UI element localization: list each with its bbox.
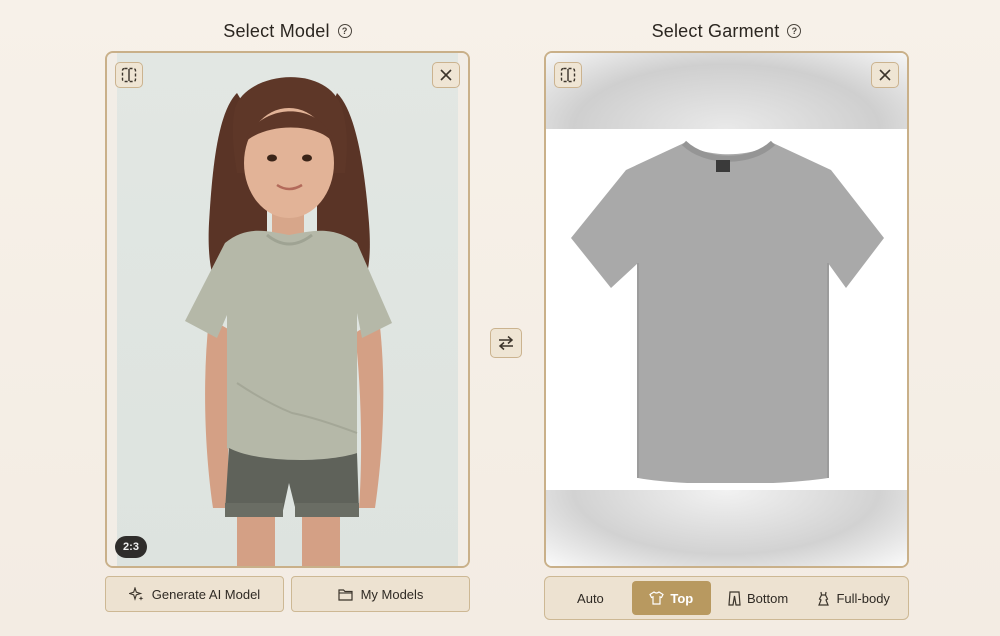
photo-shade-top — [546, 53, 907, 129]
my-models-button[interactable]: My Models — [291, 576, 470, 612]
garment-image-panel[interactable] — [544, 51, 909, 568]
select-garment-header: Select Garment ? — [544, 18, 909, 44]
close-icon — [440, 69, 452, 81]
photo-margin — [458, 53, 468, 566]
aspect-ratio-badge: 2:3 — [115, 536, 147, 558]
model-figure-illustration — [185, 77, 392, 566]
swap-button[interactable] — [490, 328, 522, 358]
category-top[interactable]: Top — [631, 581, 711, 615]
swap-arrows-icon — [498, 335, 514, 351]
category-auto[interactable]: Auto — [551, 581, 630, 615]
photo-shade-bottom — [546, 490, 907, 566]
folder-icon — [337, 588, 353, 601]
split-view-icon — [121, 67, 137, 83]
generate-ai-model-button[interactable]: Generate AI Model — [105, 576, 284, 612]
remove-garment-button[interactable] — [871, 62, 899, 88]
category-bottom-label: Bottom — [746, 590, 789, 606]
category-top-label: Top — [670, 590, 694, 606]
garment-category-selector: Auto Top Bottom Full-body — [544, 576, 909, 620]
model-image-panel[interactable]: 2:3 — [105, 51, 470, 568]
remove-model-button[interactable] — [432, 62, 460, 88]
garment-photo — [571, 140, 884, 483]
full-body-icon — [818, 591, 830, 606]
tshirt-icon — [649, 591, 665, 605]
select-model-header: Select Model ? — [105, 18, 470, 44]
split-view-button[interactable] — [115, 62, 143, 88]
split-view-icon — [560, 67, 576, 83]
select-garment-title: Select Garment — [651, 20, 780, 41]
sparkle-icon — [128, 586, 144, 601]
split-view-button[interactable] — [554, 62, 582, 88]
photo-margin — [107, 53, 117, 566]
my-models-label: My Models — [360, 586, 424, 602]
model-photo — [117, 53, 458, 566]
help-circle-icon[interactable]: ? — [337, 24, 352, 38]
category-full-body-label: Full-body — [836, 590, 890, 606]
help-circle-icon[interactable]: ? — [787, 24, 802, 38]
category-auto-label: Auto — [577, 590, 604, 606]
pants-icon — [728, 590, 741, 606]
close-icon — [879, 69, 891, 81]
category-full-body[interactable]: Full-body — [805, 581, 902, 615]
select-model-title: Select Model — [223, 20, 330, 41]
generate-ai-model-label: Generate AI Model — [151, 586, 261, 602]
category-bottom[interactable]: Bottom — [713, 581, 804, 615]
